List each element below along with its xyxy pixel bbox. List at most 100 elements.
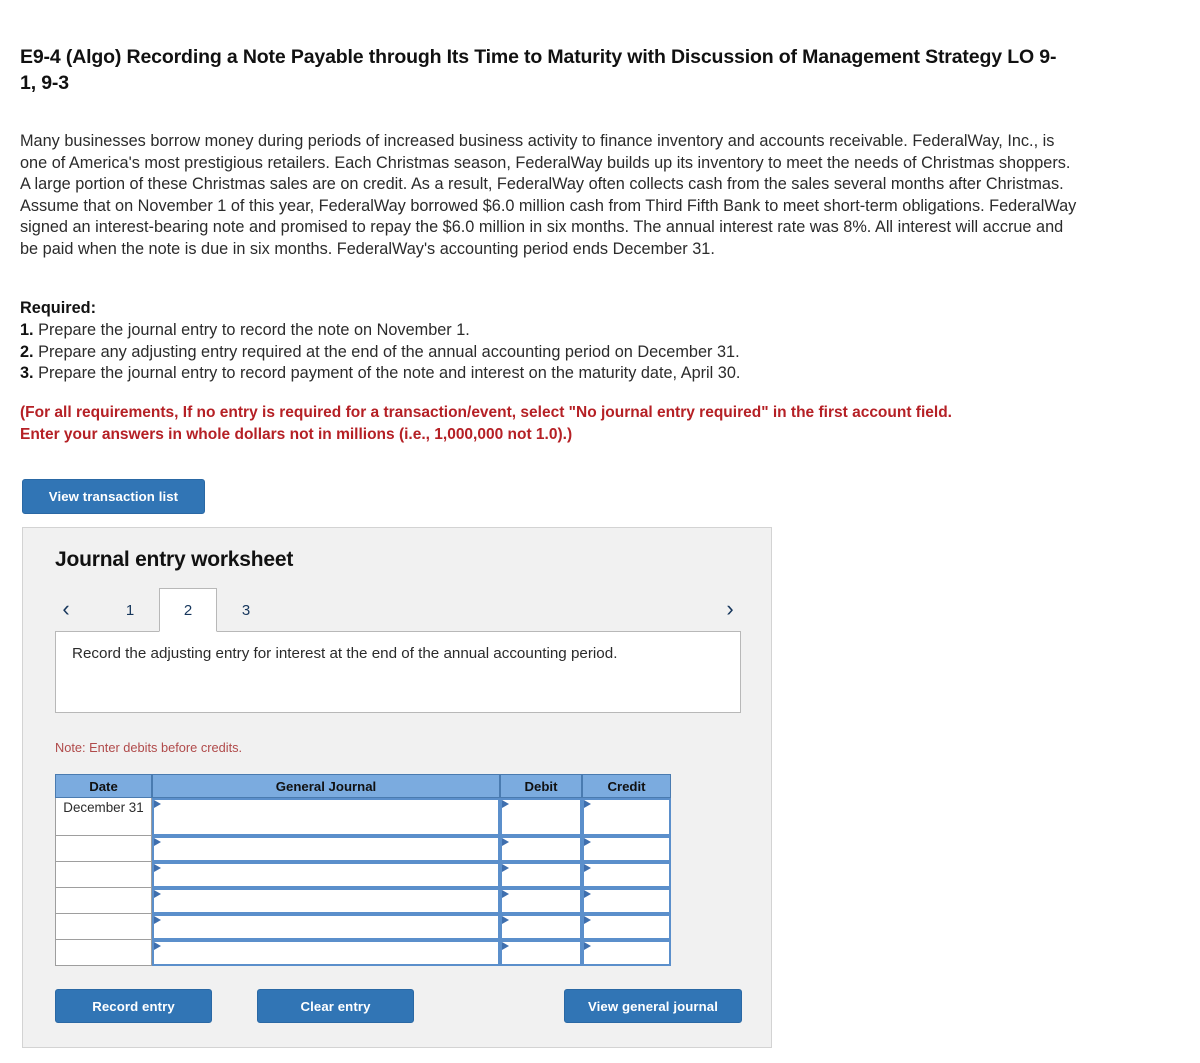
required-heading: Required: (20, 299, 96, 317)
cell-general-journal-value (154, 890, 498, 893)
table-row (55, 940, 671, 966)
requirement-number-1: 1. (20, 320, 34, 339)
column-header-date: Date (55, 774, 152, 798)
worksheet-tab-2-label: 2 (183, 601, 193, 619)
column-header-credit: Credit (582, 774, 671, 798)
cell-general-journal[interactable] (152, 888, 500, 914)
debits-before-credits-note: Note: Enter debits before credits. (55, 740, 243, 755)
cell-debit[interactable] (500, 862, 582, 888)
cell-credit[interactable] (582, 940, 671, 966)
worksheet-title: Journal entry worksheet (55, 548, 294, 571)
cell-debit-value (502, 864, 580, 867)
transaction-instruction-panel: Record the adjusting entry for interest … (55, 631, 741, 713)
cell-credit[interactable] (582, 836, 671, 862)
dropdown-marker-icon (154, 890, 161, 898)
dropdown-marker-icon (154, 942, 161, 950)
cell-general-journal-value (154, 864, 498, 867)
cell-debit[interactable] (500, 798, 582, 836)
cell-credit[interactable] (582, 914, 671, 940)
cell-debit[interactable] (500, 940, 582, 966)
answer-format-note-line-2: Enter your answers in whole dollars not … (20, 425, 573, 443)
requirement-number-2: 2. (20, 342, 34, 361)
cell-credit-value (584, 864, 669, 867)
requirement-text-1: Prepare the journal entry to record the … (38, 320, 470, 339)
worksheet-tab-1-label: 1 (125, 601, 135, 619)
cell-general-journal[interactable] (152, 940, 500, 966)
chevron-right-icon[interactable]: › (719, 596, 741, 622)
dropdown-marker-icon (154, 838, 161, 846)
dropdown-marker-icon (502, 800, 509, 808)
dropdown-marker-icon (502, 916, 509, 924)
cell-date: December 31 (55, 798, 152, 836)
table-row: December 31 (55, 798, 671, 836)
chevron-left-icon[interactable]: ‹ (55, 596, 77, 622)
problem-description: Many businesses borrow money during peri… (20, 132, 1077, 258)
answer-format-note-line-1: (For all requirements, If no entry is re… (20, 404, 952, 421)
view-general-journal-button[interactable]: View general journal (564, 989, 742, 1023)
answer-format-note: (For all requirements, If no entry is re… (20, 402, 1080, 445)
view-transaction-list-button[interactable]: View transaction list (22, 479, 205, 514)
cell-general-journal-value (154, 942, 498, 945)
cell-date (55, 888, 152, 914)
cell-general-journal[interactable] (152, 836, 500, 862)
requirement-number-3: 3. (20, 364, 34, 383)
journal-entry-table: Date General Journal Debit Credit Decemb… (55, 774, 671, 966)
cell-credit[interactable] (582, 862, 671, 888)
table-header-row: Date General Journal Debit Credit (55, 774, 671, 798)
dropdown-marker-icon (502, 838, 509, 846)
requirement-item-2: 2. Prepare any adjusting entry required … (20, 342, 1020, 364)
worksheet-tab-2[interactable]: 2 (159, 588, 217, 632)
dropdown-marker-icon (502, 890, 509, 898)
table-row (55, 888, 671, 914)
cell-general-journal-value (154, 800, 498, 803)
cell-general-journal-value (154, 838, 498, 841)
dropdown-marker-icon (584, 800, 591, 808)
worksheet-tab-3-label: 3 (241, 601, 251, 619)
dropdown-marker-icon (584, 916, 591, 924)
table-row (55, 914, 671, 940)
cell-credit-value (584, 838, 669, 841)
record-entry-button[interactable]: Record entry (55, 989, 212, 1023)
cell-debit[interactable] (500, 888, 582, 914)
cell-credit-value (584, 916, 669, 919)
journal-entry-worksheet-panel: Journal entry worksheet ‹ 1 2 3 › Record… (22, 527, 772, 1048)
transaction-instruction-text: Record the adjusting entry for interest … (72, 645, 618, 662)
worksheet-tab-1[interactable]: 1 (101, 588, 159, 632)
cell-credit[interactable] (582, 888, 671, 914)
cell-debit-value (502, 800, 580, 803)
dropdown-marker-icon (154, 916, 161, 924)
table-row (55, 836, 671, 862)
cell-date (55, 940, 152, 966)
dropdown-marker-icon (584, 838, 591, 846)
requirement-item-3: 3. Prepare the journal entry to record p… (20, 363, 1020, 385)
cell-debit-value (502, 942, 580, 945)
dropdown-marker-icon (502, 942, 509, 950)
table-row (55, 862, 671, 888)
dropdown-marker-icon (584, 890, 591, 898)
cell-general-journal[interactable] (152, 798, 500, 836)
dropdown-marker-icon (154, 800, 161, 808)
worksheet-tab-row: ‹ 1 2 3 › (55, 588, 741, 632)
cell-credit-value (584, 942, 669, 945)
column-header-debit: Debit (500, 774, 582, 798)
cell-debit-value (502, 890, 580, 893)
worksheet-tab-3[interactable]: 3 (217, 588, 275, 632)
cell-general-journal[interactable] (152, 914, 500, 940)
cell-debit-value (502, 916, 580, 919)
page-title: E9-4 (Algo) Recording a Note Payable thr… (20, 46, 1057, 94)
dropdown-marker-icon (154, 864, 161, 872)
dropdown-marker-icon (502, 864, 509, 872)
requirement-text-3: Prepare the journal entry to record paym… (38, 364, 741, 383)
dropdown-marker-icon (584, 864, 591, 872)
requirement-text-2: Prepare any adjusting entry required at … (38, 342, 740, 361)
cell-date (55, 862, 152, 888)
cell-general-journal[interactable] (152, 862, 500, 888)
cell-credit-value (584, 890, 669, 893)
cell-credit-value (584, 800, 669, 803)
cell-debit[interactable] (500, 914, 582, 940)
cell-general-journal-value (154, 916, 498, 919)
cell-debit[interactable] (500, 836, 582, 862)
column-header-general-journal: General Journal (152, 774, 500, 798)
clear-entry-button[interactable]: Clear entry (257, 989, 414, 1023)
cell-credit[interactable] (582, 798, 671, 836)
